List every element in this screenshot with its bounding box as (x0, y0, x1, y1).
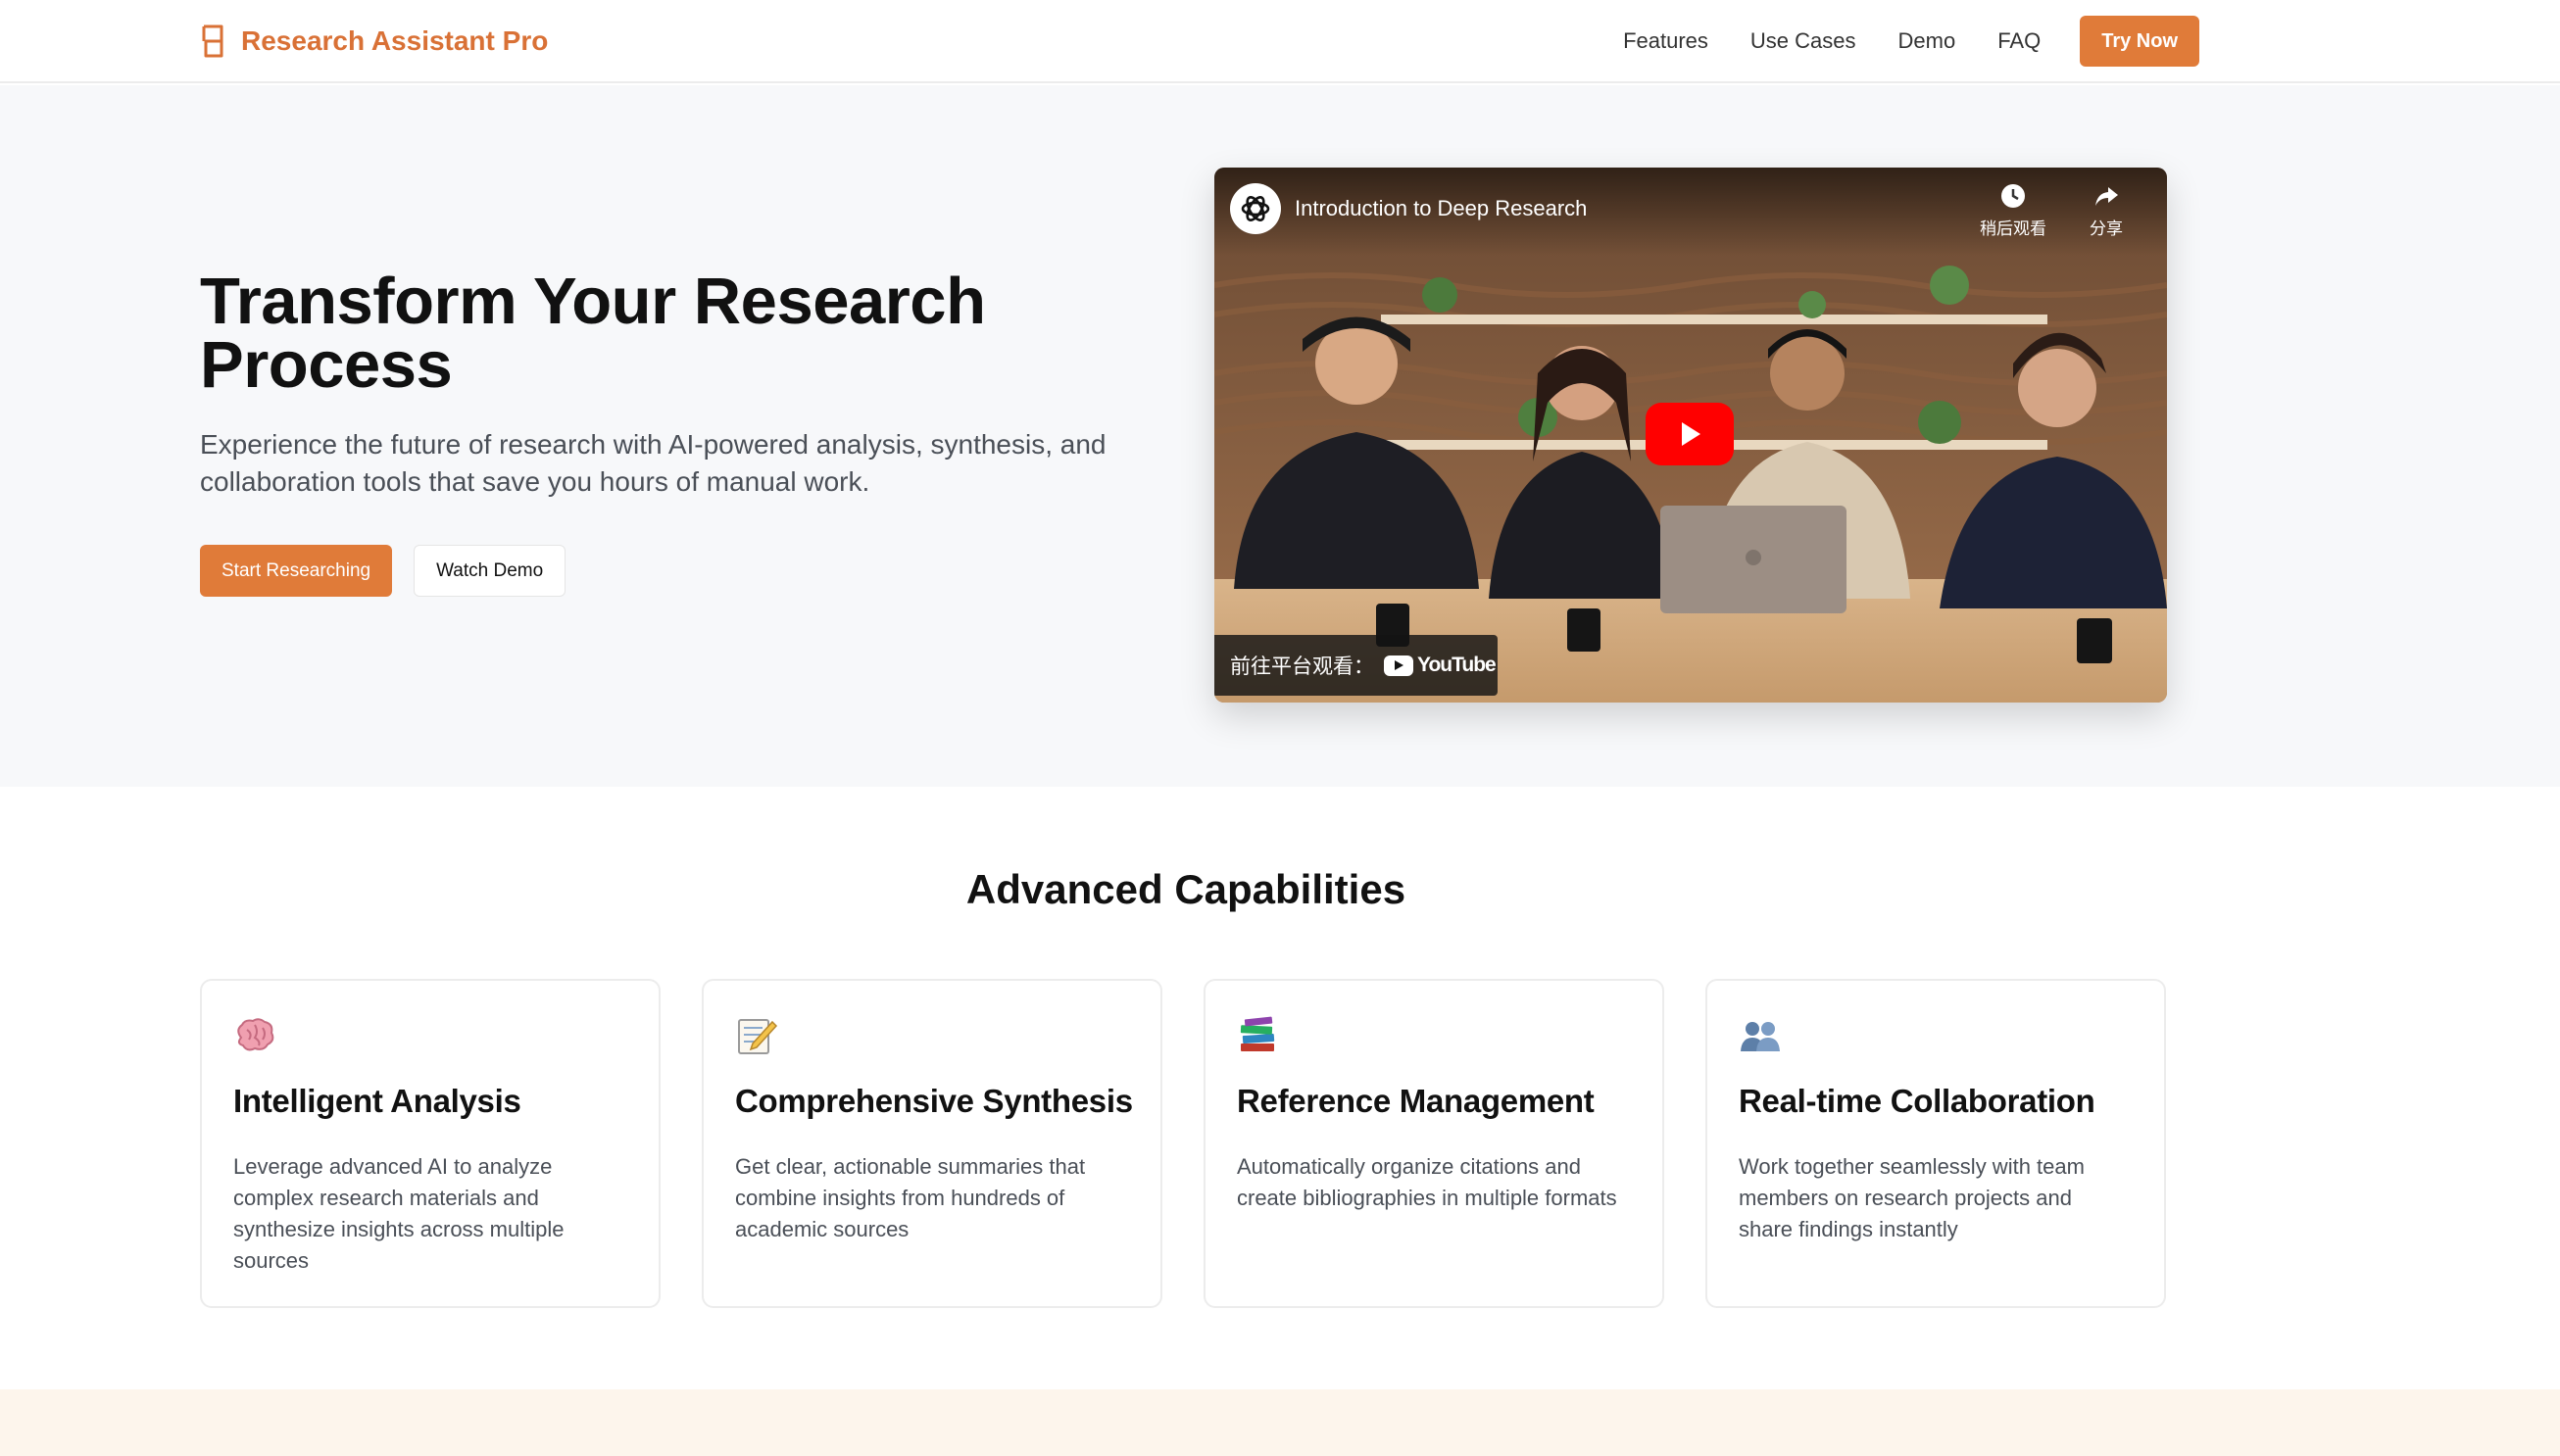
nav-link-use-cases[interactable]: Use Cases (1750, 28, 1856, 54)
card-title: Intelligent Analysis (233, 1083, 521, 1119)
capability-card: Real-time Collaboration Work together se… (1705, 979, 2166, 1308)
card-title: Comprehensive Synthesis (735, 1083, 1133, 1119)
start-researching-button[interactable]: Start Researching (200, 545, 393, 597)
card-description: Get clear, actionable summaries that com… (735, 1154, 1086, 1241)
channel-avatar[interactable] (1230, 183, 1281, 234)
memo-icon (738, 1019, 778, 1054)
play-button[interactable] (1646, 403, 1734, 465)
hero-title: Transform Your Research Process (200, 265, 986, 402)
brand-name: Research Assistant Pro (241, 25, 549, 56)
brain-icon (237, 1018, 274, 1051)
next-section-band (0, 1389, 2560, 1456)
watch-later-label: 稍后观看 (1980, 219, 2046, 238)
watch-on-youtube-button[interactable]: 前往平台观看： YouTube (1214, 635, 1498, 696)
card-title: Reference Management (1237, 1083, 1595, 1119)
hero-section: Transform Your Research Process Experien… (0, 85, 2560, 787)
nav-link-faq[interactable]: FAQ (1997, 28, 2041, 54)
books-icon (1240, 1016, 1275, 1051)
clock-icon (2001, 184, 2025, 208)
youtube-play-icon (1384, 655, 1413, 676)
nav-links: Features Use Cases Demo FAQ Try Now (1623, 16, 2199, 67)
watch-demo-button[interactable]: Watch Demo (414, 545, 566, 597)
capability-card: Comprehensive Synthesis Get clear, actio… (702, 979, 1162, 1308)
hero-buttons: Start Researching Watch Demo (200, 545, 566, 597)
capability-cards: Intelligent Analysis Leverage advanced A… (200, 979, 2166, 1308)
card-description: Leverage advanced AI to analyze complex … (233, 1154, 565, 1273)
video-player[interactable]: Introduction to Deep Research 稍后观看 分享 前往… (1214, 168, 2167, 703)
share-label: 分享 (2090, 219, 2123, 238)
card-title: Real-time Collaboration (1739, 1083, 2095, 1119)
share-button[interactable]: 分享 (2062, 181, 2150, 239)
youtube-logo: YouTube (1384, 654, 1497, 677)
youtube-wordmark: YouTube (1417, 654, 1497, 676)
capability-card: Reference Management Automatically organ… (1204, 979, 1664, 1308)
try-now-button[interactable]: Try Now (2080, 16, 2199, 67)
top-navbar: Research Assistant Pro Features Use Case… (0, 0, 2560, 83)
nav-link-demo[interactable]: Demo (1898, 28, 1956, 54)
video-title[interactable]: Introduction to Deep Research (1295, 196, 1587, 221)
card-description: Work together seamlessly with team membe… (1739, 1154, 2085, 1241)
openai-logo-icon (1241, 196, 1270, 221)
play-icon (1682, 422, 1700, 446)
watch-later-button[interactable]: 稍后观看 (1969, 181, 2057, 239)
nav-link-features[interactable]: Features (1623, 28, 1708, 54)
capability-card: Intelligent Analysis Leverage advanced A… (200, 979, 661, 1308)
document-icon (202, 24, 223, 58)
capabilities-title: Advanced Capabilities (965, 866, 1406, 912)
share-icon (2095, 187, 2118, 206)
watch-on-label: 前往平台观看： (1230, 655, 1374, 678)
brand-logo[interactable]: Research Assistant Pro (200, 22, 548, 61)
people-icon (1741, 1022, 1780, 1051)
hero-subtitle: Experience the future of research with A… (200, 429, 1107, 497)
card-description: Automatically organize citations and cre… (1237, 1154, 1617, 1210)
